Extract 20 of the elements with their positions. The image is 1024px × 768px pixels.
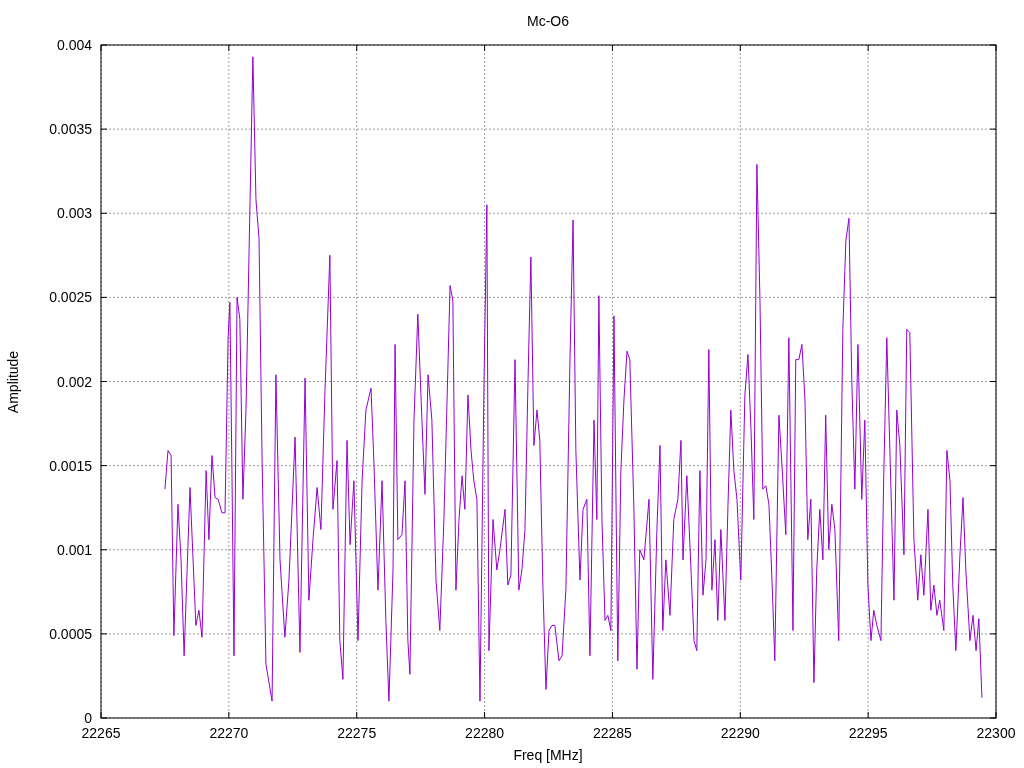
x-tick-label: 22275 (337, 725, 377, 741)
y-tick-label: 0.002 (56, 373, 92, 390)
x-tick-label: 22280 (465, 725, 505, 741)
x-tick-label: 22300 (976, 725, 1016, 741)
x-tick-label: 22285 (592, 725, 632, 741)
x-tick-label: 22295 (848, 725, 888, 741)
y-tick-label: 0.001 (56, 541, 92, 558)
chart-title: Mc-O6 (527, 13, 569, 29)
y-axis-label: Amplitude (5, 350, 21, 414)
x-axis-label: Freq [MHz] (513, 747, 583, 763)
x-tick-label: 22270 (209, 725, 249, 741)
y-tick-label: 0.0005 (49, 625, 92, 642)
y-tick-label: 0.0025 (49, 289, 92, 306)
y-tick-label: 0 (84, 710, 92, 726)
y-tick-label: 0.0035 (49, 121, 92, 138)
x-tick-label: 22290 (720, 725, 760, 741)
y-tick-label: 0.003 (56, 205, 92, 222)
y-tick-label: 0.0015 (49, 457, 92, 474)
x-tick-label: 22265 (81, 725, 121, 741)
y-tick-label: 0.004 (56, 37, 92, 53)
